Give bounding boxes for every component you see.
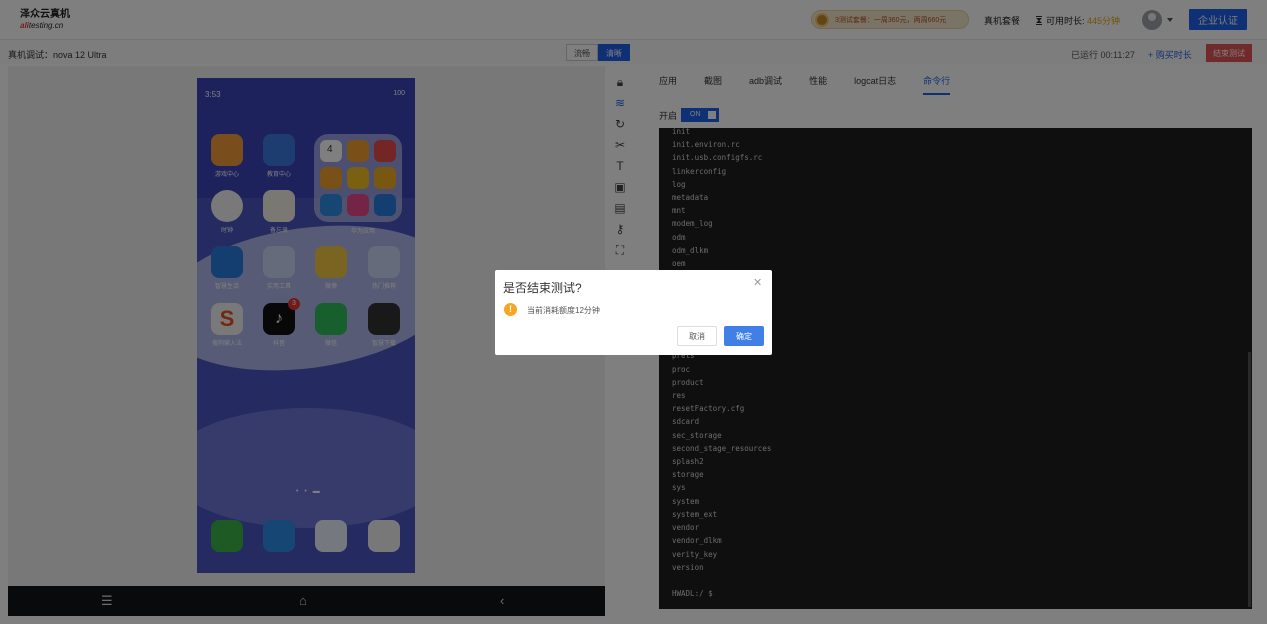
dialog-message: 当前消耗额度12分钟	[527, 306, 600, 315]
close-icon[interactable]: ✕	[753, 276, 762, 289]
end-test-dialog: 是否结束测试? ✕ ! 当前消耗额度12分钟 取消 确定	[495, 270, 772, 355]
dialog-title: 是否结束测试?	[503, 281, 582, 295]
cancel-button[interactable]: 取消	[677, 326, 717, 346]
warning-icon: !	[504, 303, 517, 316]
confirm-button[interactable]: 确定	[724, 326, 764, 346]
